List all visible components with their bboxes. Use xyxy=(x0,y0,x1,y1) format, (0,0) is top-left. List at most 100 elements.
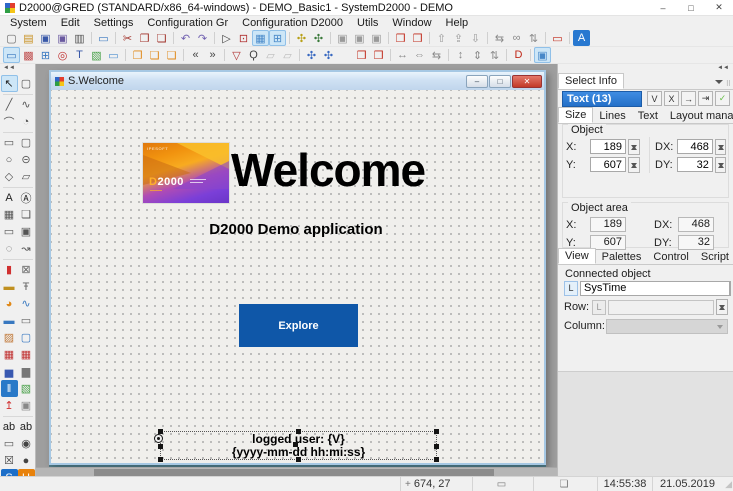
resize-grip-icon[interactable]: ◢ xyxy=(722,477,733,491)
target-icon[interactable]: ◎ xyxy=(54,47,71,63)
back-icon[interactable]: « xyxy=(187,47,204,63)
snap-icon[interactable]: ⊞ xyxy=(269,30,286,46)
picture-tool[interactable]: ▧ xyxy=(18,380,35,397)
menu-item[interactable]: Configuration Gr xyxy=(140,17,235,29)
flip-vertical-icon[interactable]: ⇅ xyxy=(525,30,542,46)
parallelogram-tool[interactable]: ▱ xyxy=(18,168,35,185)
flip-horizontal-icon[interactable]: ⇆ xyxy=(491,30,508,46)
frame-3d-tool[interactable]: ❏ xyxy=(18,206,35,223)
anchor-point-handle[interactable] xyxy=(154,434,163,443)
selection-handle[interactable] xyxy=(434,444,439,449)
pointer-icon[interactable]: ▷ xyxy=(218,30,235,46)
tab-size[interactable]: Size xyxy=(558,107,593,123)
images-icon[interactable]: ▧ xyxy=(88,47,105,63)
marquee-tool[interactable]: ▢ xyxy=(18,75,35,92)
cut-icon[interactable]: ✂ xyxy=(119,30,136,46)
selection-handle[interactable] xyxy=(434,457,439,462)
pointer-tool[interactable]: ↖ xyxy=(1,75,18,92)
menu-item[interactable]: Configuration D2000 xyxy=(235,17,350,29)
center-horizontal-icon[interactable]: ⇔ xyxy=(411,47,428,63)
print-icon[interactable]: ▥ xyxy=(71,30,88,46)
regroup-icon[interactable]: ▣ xyxy=(368,30,385,46)
table-tool[interactable]: ▦ xyxy=(1,206,18,223)
display-tool[interactable]: ▢ xyxy=(18,329,35,346)
forward-icon[interactable]: » xyxy=(204,47,221,63)
colorbutton-tool[interactable]: ▬ xyxy=(1,312,18,329)
selection-handle[interactable] xyxy=(434,429,439,434)
reconnect-icon[interactable]: ✣ xyxy=(310,30,327,46)
text-ab2-tool[interactable]: ab xyxy=(18,418,35,435)
bitmap-tool[interactable]: ▨ xyxy=(1,329,18,346)
menu-item[interactable]: Settings xyxy=(87,17,141,29)
connect-icon[interactable]: ✣ xyxy=(293,30,310,46)
object-back-icon[interactable]: ❒ xyxy=(370,47,387,63)
graphic-objects-icon[interactable]: ▩ xyxy=(20,47,37,63)
grid-icon[interactable]: ▦ xyxy=(252,30,269,46)
tab-script[interactable]: Script xyxy=(695,250,733,264)
thermometer-tool[interactable]: ↥ xyxy=(1,397,18,414)
center-vertical-icon[interactable]: ⇕ xyxy=(469,47,486,63)
transform-icon[interactable]: ⊡ xyxy=(235,30,252,46)
crane-tool[interactable]: Ŧ xyxy=(18,278,35,295)
selection-label[interactable]: Text (13) xyxy=(562,91,642,107)
rhombus-tool[interactable]: ◇ xyxy=(1,168,18,185)
panel-grip-icon[interactable]: ⠿ xyxy=(726,80,730,88)
filter-icon[interactable]: ▽ xyxy=(228,47,245,63)
selection-handle[interactable] xyxy=(158,457,163,462)
record-tool[interactable]: ◉ xyxy=(18,435,35,452)
menu-item[interactable]: System xyxy=(3,17,54,29)
preview-window-icon[interactable]: ▭ xyxy=(95,30,112,46)
scheme-canvas[interactable]: IPESOFT D2000 Welcome D2000 Demo applica… xyxy=(51,90,544,463)
close-button[interactable]: ✕ xyxy=(705,0,733,16)
structure-edit-icon[interactable]: ✣ xyxy=(320,47,337,63)
fit-grid-icon[interactable]: ▣ xyxy=(534,47,551,63)
redo-icon[interactable]: ↷ xyxy=(194,30,211,46)
ellipse-tool[interactable]: ⊝ xyxy=(18,151,35,168)
text-objects-icon[interactable]: T xyxy=(71,47,88,63)
rectangle-tool[interactable]: ▭ xyxy=(1,134,18,151)
windows-icon[interactable]: ▭ xyxy=(105,47,122,63)
distribute-horizontal-icon[interactable]: ⇆ xyxy=(428,47,445,63)
new-icon[interactable]: ▢ xyxy=(3,30,20,46)
button-oval-tool[interactable]: ▭ xyxy=(1,435,18,452)
maximize-button[interactable]: □ xyxy=(677,0,705,16)
eraser-all-icon[interactable]: ▱ xyxy=(279,47,296,63)
tab-palettes[interactable]: Palettes xyxy=(596,250,648,264)
copy-icon[interactable]: ❐ xyxy=(136,30,153,46)
pie-tool[interactable]: ◔ xyxy=(18,113,35,130)
connected-object-input[interactable] xyxy=(580,281,729,296)
menu-item[interactable]: Utils xyxy=(350,17,385,29)
tab-control[interactable]: Control xyxy=(647,250,694,264)
row-spinner[interactable] xyxy=(716,299,728,315)
paste-special-icon[interactable]: ❏ xyxy=(163,47,180,63)
anchor-icon[interactable]: ⇪ xyxy=(450,30,467,46)
text-tool[interactable]: A xyxy=(1,189,18,206)
dt-icon[interactable]: D xyxy=(510,47,527,63)
selected-text-object[interactable]: logged user: {V} {yyyy-mm-dd hh:mi:ss} xyxy=(160,431,437,460)
y-spinner[interactable] xyxy=(628,157,640,173)
scheme-titlebar[interactable]: S.Welcome – □ ✕ xyxy=(51,72,544,90)
scheme-minimize-button[interactable]: – xyxy=(466,75,488,88)
text-ab-tool[interactable]: ab xyxy=(1,418,18,435)
tab-lines[interactable]: Lines xyxy=(593,109,631,123)
collapse-inspector-button[interactable]: ◄◄ xyxy=(717,65,729,71)
row-local-button[interactable]: L xyxy=(592,300,606,315)
ubutton-tool[interactable]: U xyxy=(18,469,35,476)
circle-tool[interactable]: ○ xyxy=(1,151,18,168)
tiles-icon[interactable]: ⊞ xyxy=(37,47,54,63)
dy-spinner[interactable] xyxy=(715,157,726,173)
object-y-input[interactable] xyxy=(590,157,626,172)
tab-select-info[interactable]: Select Info xyxy=(558,73,624,89)
connected-object-dropdown-icon[interactable] xyxy=(729,281,731,296)
menu-item[interactable]: Help xyxy=(439,17,476,29)
selection-handle[interactable] xyxy=(296,429,301,434)
svg-tool[interactable]: S xyxy=(1,469,18,476)
indicator-tool[interactable]: ▮ xyxy=(1,261,18,278)
trend-tool[interactable]: ∿ xyxy=(18,295,35,312)
tab-text[interactable]: Text xyxy=(632,109,664,123)
object-x-input[interactable] xyxy=(590,139,626,154)
rounded-rectangle-tool[interactable]: ▢ xyxy=(18,134,35,151)
frame-icon[interactable]: ▭ xyxy=(549,30,566,46)
clear-button[interactable]: X xyxy=(664,91,679,106)
next-object-button[interactable]: → xyxy=(681,91,696,106)
